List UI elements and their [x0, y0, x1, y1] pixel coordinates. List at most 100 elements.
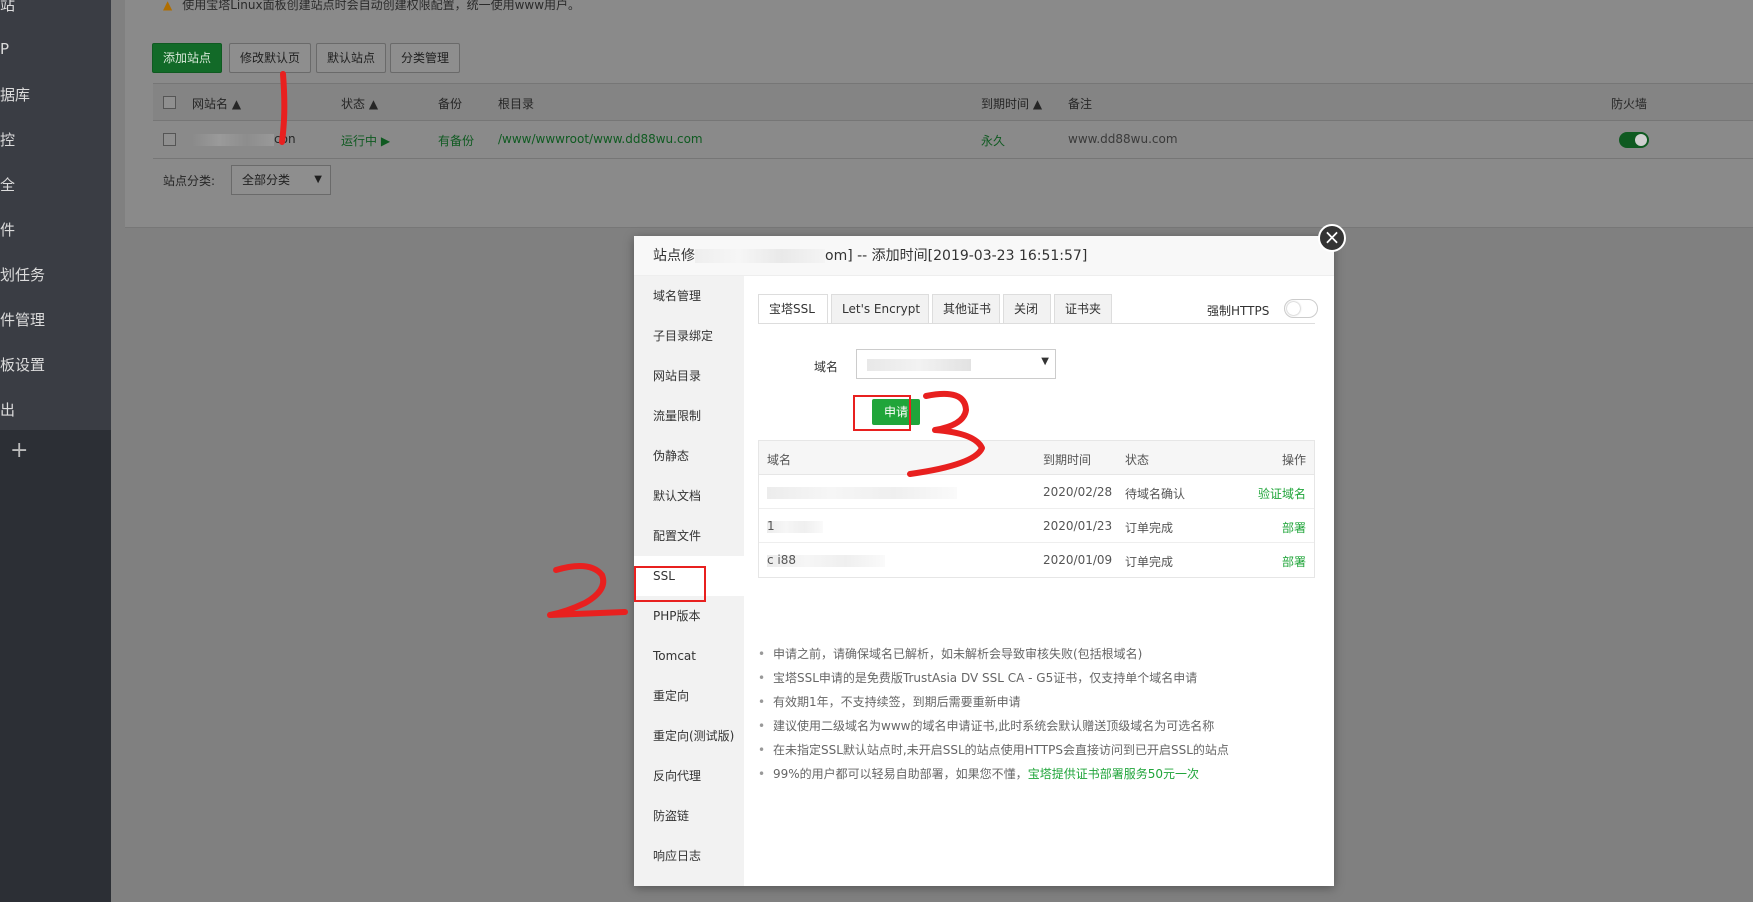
deploy-link[interactable]: 部署 — [1282, 519, 1306, 536]
side-item-subdir[interactable]: 子目录绑定 — [634, 316, 744, 356]
tip-item: 申请之前，请确保域名已解析，如未解析会导致审核失败(包括根域名) — [758, 642, 1328, 666]
firewall-toggle[interactable] — [1619, 132, 1649, 148]
tab-close[interactable]: 关闭 — [1003, 294, 1051, 324]
cert-expire: 2020/02/28 — [1043, 485, 1113, 499]
tab-cert-folder[interactable]: 证书夹 — [1054, 294, 1112, 324]
site-panel: ▲ 使用宝塔Linux面板创建站点时会自动创建权限配置，统一使用www用户。 添加… — [125, 0, 1753, 228]
row-checkbox[interactable] — [163, 133, 176, 146]
cert-status: 订单完成 — [1125, 521, 1174, 535]
table-row: 2020/02/28 待域名确认 验证域名 — [759, 475, 1314, 509]
side-item-config[interactable]: 配置文件 — [634, 516, 744, 556]
nav-item-cron[interactable]: 划任务 — [0, 264, 45, 285]
side-item-log[interactable]: 响应日志 — [634, 836, 744, 876]
category-select[interactable]: 全部分类 ▼ — [231, 165, 331, 195]
category-select-value: 全部分类 — [242, 173, 291, 187]
site-root-link[interactable]: /www/wwwroot/www.dd88wu.com — [498, 132, 703, 146]
side-item-site-dir[interactable]: 网站目录 — [634, 356, 744, 396]
site-table-header: 网站名 ▲ 状态 ▲ 备份 根目录 到期时间 ▲ 备注 防火墙 — [153, 83, 1753, 121]
force-https-label: 强制HTTPS — [1207, 304, 1270, 318]
col-action: 操作 — [1281, 453, 1306, 467]
category-label: 站点分类: — [163, 174, 216, 188]
tab-other-cert[interactable]: 其他证书 — [932, 294, 1000, 324]
category-manage-button[interactable]: 分类管理 — [390, 43, 461, 73]
domain-label: 域名 — [814, 360, 839, 374]
col-root: 根目录 — [498, 97, 535, 111]
domain-select[interactable]: ▼ — [856, 349, 1056, 379]
col-status: 状态 — [1125, 453, 1150, 467]
nav-item-files[interactable]: 件 — [0, 219, 15, 240]
side-item-php[interactable]: PHP版本 — [634, 596, 744, 636]
side-item-proxy[interactable]: 反向代理 — [634, 756, 744, 796]
side-item-traffic[interactable]: 流量限制 — [634, 396, 744, 436]
tab-bt-ssl[interactable]: 宝塔SSL — [758, 294, 828, 324]
notice-text: 使用宝塔Linux面板创建站点时会自动创建权限配置，统一使用www用户。 — [182, 0, 581, 12]
chevron-down-icon: ▼ — [1041, 356, 1049, 367]
site-settings-modal: 站点修 om] -- 添加时间[2019-03-23 16:51:57] 域名管理… — [634, 236, 1334, 886]
ssl-panel: 宝塔SSL Let's Encrypt 其他证书 关闭 证书夹 强制HTTPS … — [744, 276, 1334, 886]
col-status[interactable]: 状态 ▲ — [341, 95, 378, 112]
tip-item: 有效期1年，不支持续签，到期后需要重新申请 — [758, 690, 1328, 714]
tip-item: 建议使用二级域名为www的域名申请证书,此时系统会默认赠送顶级域名为可选名称 — [758, 714, 1328, 738]
nav-item-security[interactable]: 全 — [0, 174, 15, 195]
cert-expire: 2020/01/23 — [1043, 519, 1113, 533]
cert-domain: 1 — [767, 519, 775, 533]
col-backup: 备份 — [438, 97, 463, 111]
modal-title: 站点修 om] -- 添加时间[2019-03-23 16:51:57] — [634, 236, 1334, 276]
col-firewall: 防火墙 — [1611, 97, 1648, 111]
col-expire: 到期时间 — [1043, 453, 1092, 467]
ssl-tips: 申请之前，请确保域名已解析，如未解析会导致审核失败(包括根域名) 宝塔SSL申请… — [758, 642, 1328, 786]
force-https-toggle[interactable] — [1284, 299, 1318, 318]
col-site-name[interactable]: 网站名 ▲ — [192, 95, 241, 112]
nav-item-monitor[interactable]: 控 — [0, 129, 15, 150]
deploy-link[interactable]: 部署 — [1282, 553, 1306, 570]
tip-item: 宝塔SSL申请的是免费版TrustAsia DV SSL CA - G5证书，仅… — [758, 666, 1328, 690]
deploy-service-link[interactable]: 宝塔提供证书部署服务50元一次 — [1028, 767, 1199, 781]
verify-domain-link[interactable]: 验证域名 — [1258, 485, 1306, 502]
annotation-apply-box — [853, 395, 911, 431]
nav-item-database[interactable]: 据库 — [0, 84, 30, 105]
site-note[interactable]: www.dd88wu.com — [1068, 132, 1178, 146]
nav-item-software[interactable]: 件管理 — [0, 309, 45, 330]
side-item-redirect[interactable]: 重定向 — [634, 676, 744, 716]
warning-icon: ▲ — [163, 0, 173, 12]
close-icon[interactable]: × — [1318, 224, 1346, 252]
side-item-domain[interactable]: 域名管理 — [634, 276, 744, 316]
tab-letsencrypt[interactable]: Let's Encrypt — [831, 294, 929, 324]
edit-default-page-button[interactable]: 修改默认页 — [229, 43, 312, 73]
side-item-tomcat[interactable]: Tomcat — [634, 636, 744, 676]
col-expire[interactable]: 到期时间 ▲ — [981, 95, 1042, 112]
nav-item-ftp[interactable]: P — [0, 40, 9, 58]
cert-status: 订单完成 — [1125, 555, 1174, 569]
site-name-cell[interactable]: con — [192, 132, 296, 146]
side-item-rewrite[interactable]: 伪静态 — [634, 436, 744, 476]
default-site-button[interactable]: 默认站点 — [316, 43, 387, 73]
table-row: 1 2020/01/23 订单完成 部署 — [759, 509, 1314, 543]
tip-item: 在未指定SSL默认站点时,未开启SSL的站点使用HTTPS会直接访问到已开启SS… — [758, 738, 1328, 762]
site-backup[interactable]: 有备份 — [438, 132, 474, 149]
cert-table-header: 域名 到期时间 状态 操作 — [759, 441, 1314, 475]
add-site-button[interactable]: 添加站点 — [152, 43, 223, 73]
tip-item: 99%的用户都可以轻易自助部署，如果您不懂，宝塔提供证书部署服务50元一次 — [758, 762, 1328, 786]
chevron-down-icon: ▼ — [314, 174, 322, 185]
side-item-hotlink[interactable]: 防盗链 — [634, 796, 744, 836]
side-item-default-doc[interactable]: 默认文档 — [634, 476, 744, 516]
site-status[interactable]: 运行中 ▶ — [341, 132, 390, 149]
table-row: c i88 2020/01/09 订单完成 部署 — [759, 543, 1314, 577]
col-domain: 域名 — [767, 453, 792, 467]
left-nav: 站 P 据库 控 全 件 划任务 件管理 板设置 出 + — [0, 0, 111, 902]
nav-item-site[interactable]: 站 — [0, 0, 15, 15]
annotation-ssl-box — [634, 566, 706, 602]
select-all-checkbox[interactable] — [163, 96, 176, 109]
nav-item-logout[interactable]: 出 — [0, 399, 15, 420]
table-row: con 运行中 ▶ 有备份 /www/wwwroot/www.dd88wu.co… — [153, 121, 1753, 159]
site-expire[interactable]: 永久 — [981, 132, 1005, 149]
cert-status: 待域名确认 — [1125, 487, 1186, 501]
cert-table: 域名 到期时间 状态 操作 2020/02/28 待域名确认 验证域名 1 20… — [758, 440, 1315, 578]
notice-bar: ▲ 使用宝塔Linux面板创建站点时会自动创建权限配置，统一使用www用户。 — [163, 0, 580, 13]
nav-item-settings[interactable]: 板设置 — [0, 354, 45, 375]
col-note: 备注 — [1068, 97, 1093, 111]
cert-expire: 2020/01/09 — [1043, 553, 1113, 567]
add-icon[interactable]: + — [10, 438, 28, 463]
side-item-redirect-beta[interactable]: 重定向(测试版) — [634, 716, 744, 756]
tabs-divider — [758, 323, 1315, 324]
